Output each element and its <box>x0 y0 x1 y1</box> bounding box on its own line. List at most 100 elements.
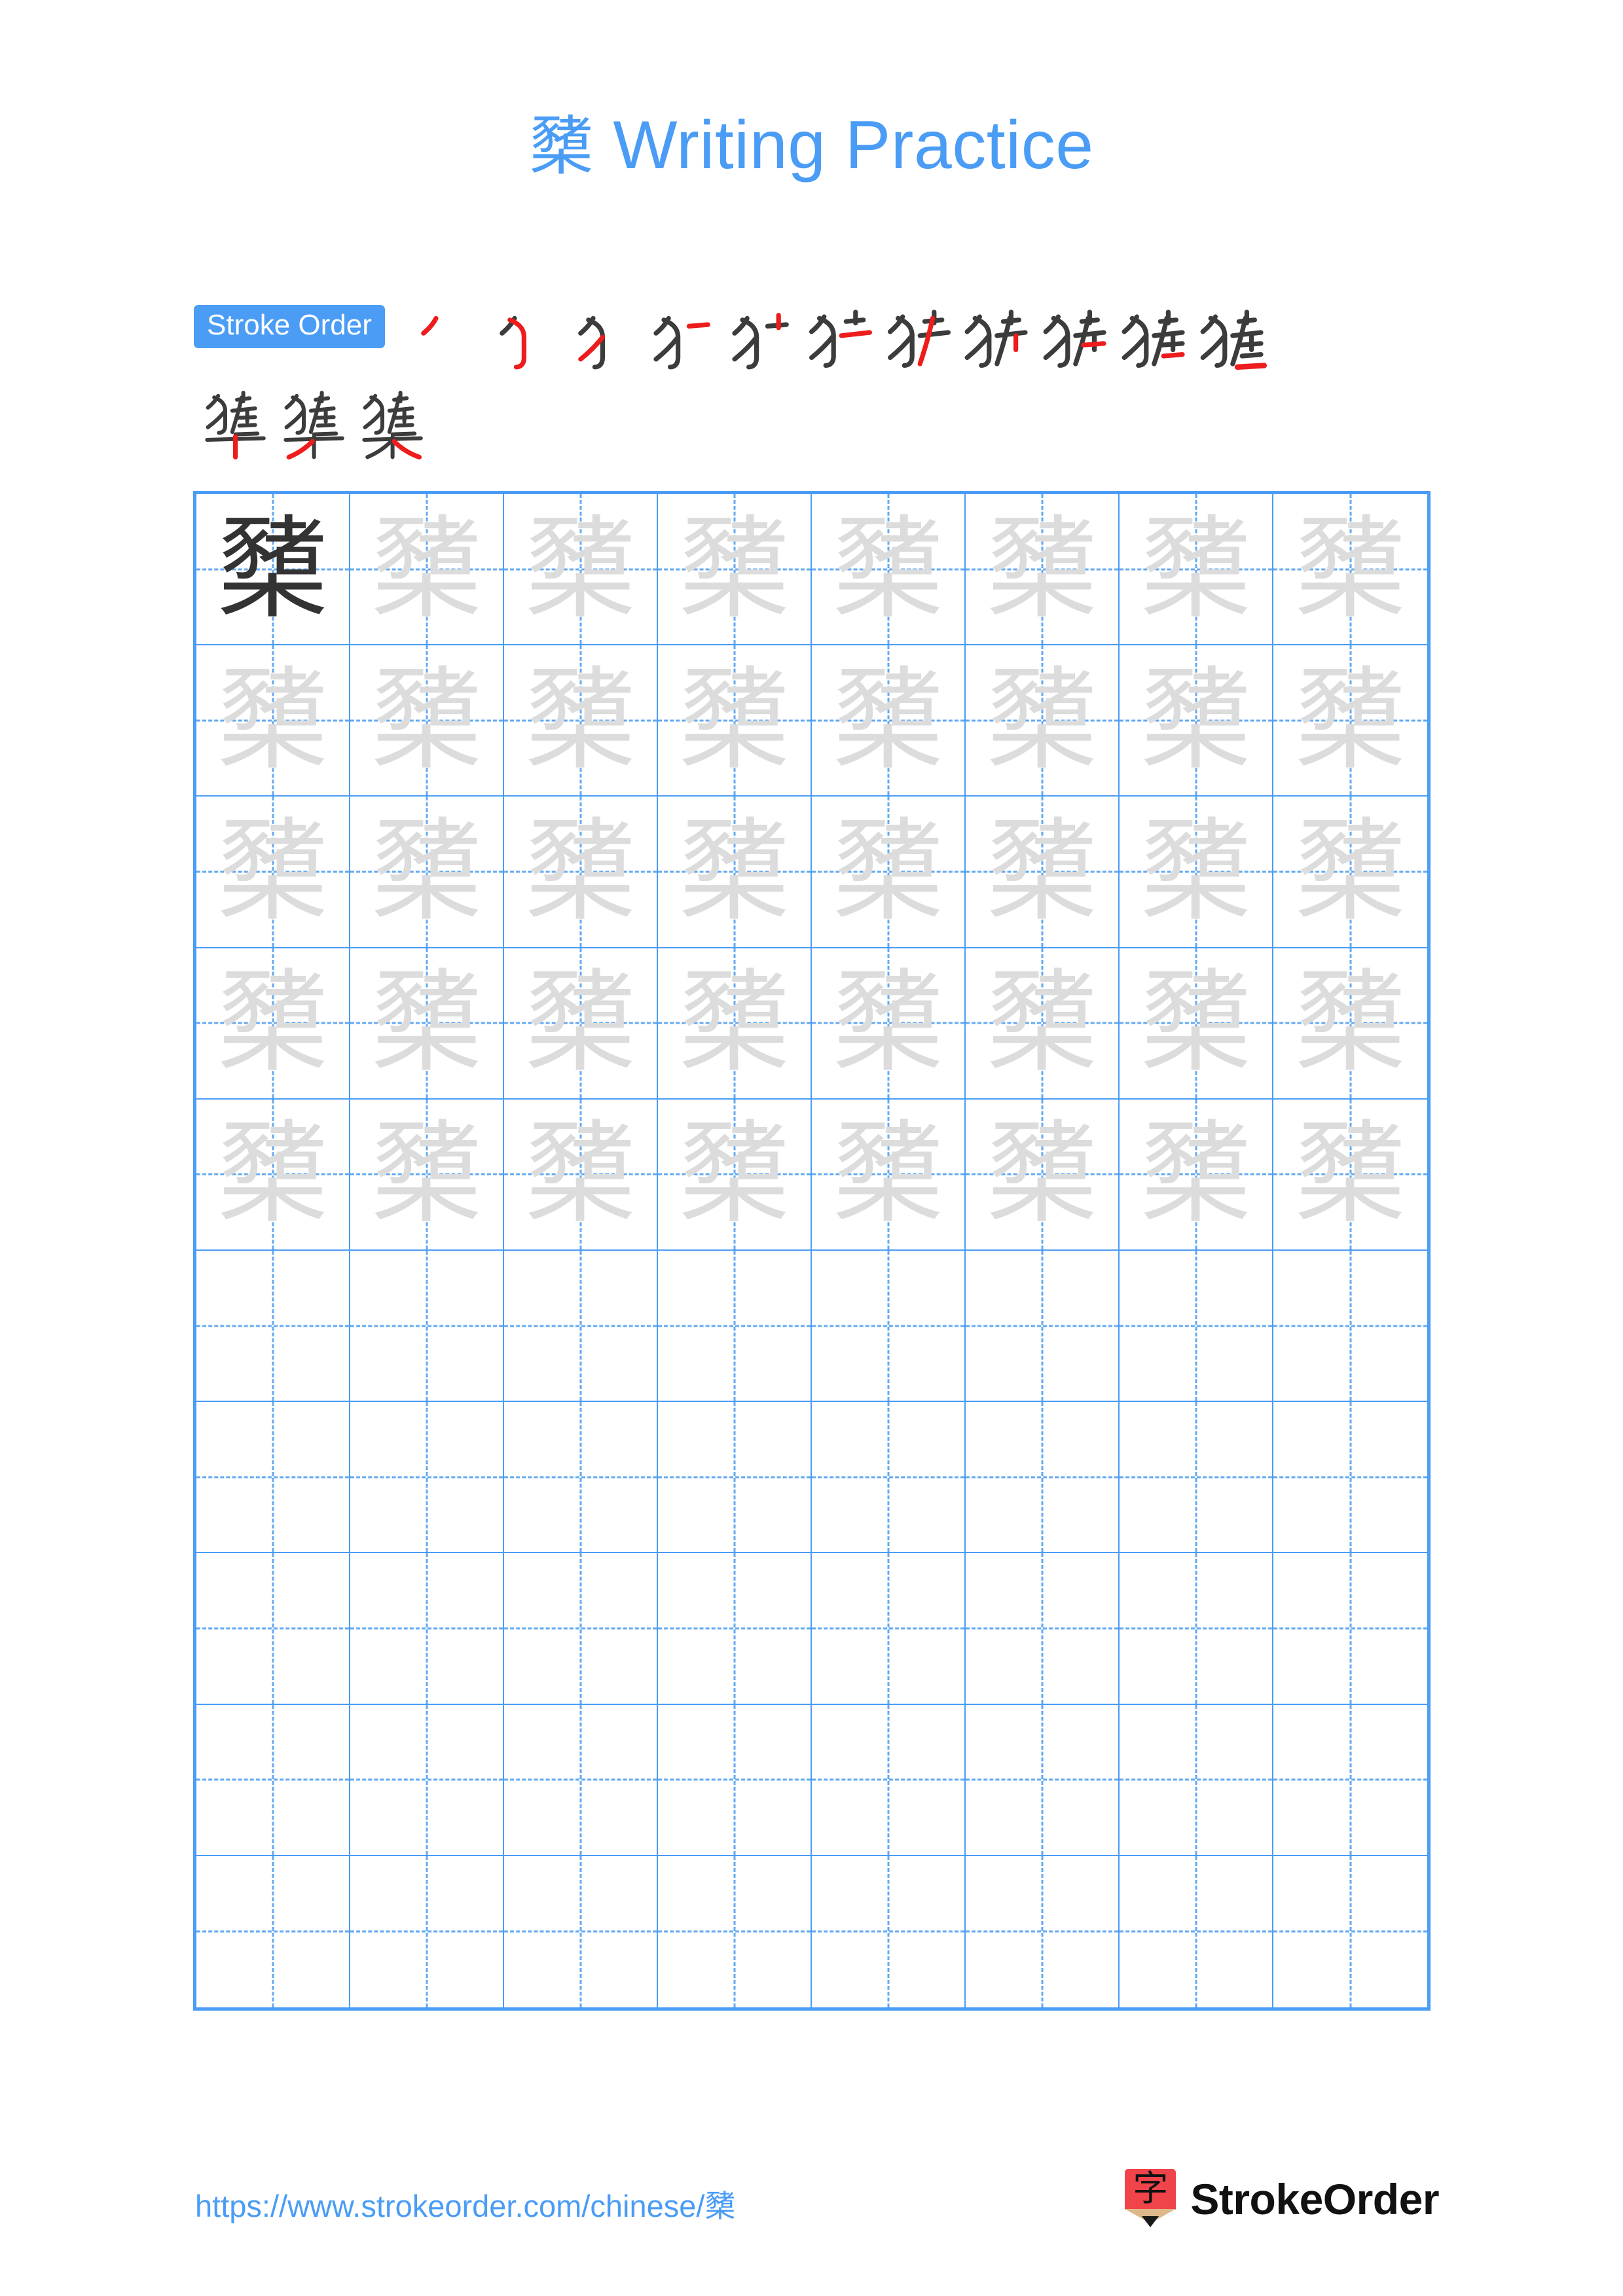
practice-cell[interactable] <box>1273 1553 1427 1705</box>
practice-cell[interactable]: 櫫 <box>1273 645 1427 797</box>
practice-cell[interactable] <box>196 1402 350 1554</box>
practice-cell[interactable]: 櫫 <box>504 645 658 797</box>
practice-cell[interactable]: 櫫 <box>350 797 504 948</box>
practice-cell[interactable]: 櫫 <box>1273 948 1427 1100</box>
practice-cell[interactable] <box>966 1553 1120 1705</box>
trace-character: 櫫 <box>371 1109 483 1240</box>
practice-cell[interactable]: 櫫 <box>196 494 350 646</box>
practice-cell[interactable] <box>1273 1402 1427 1554</box>
practice-cell[interactable]: 櫫 <box>350 1099 504 1251</box>
trace-character: 櫫 <box>986 504 1098 634</box>
practice-cell[interactable] <box>504 1553 658 1705</box>
practice-cell[interactable]: 櫫 <box>1120 948 1273 1100</box>
practice-cell[interactable] <box>658 1704 812 1856</box>
practice-cell[interactable] <box>350 1250 504 1403</box>
practice-cell[interactable]: 櫫 <box>196 797 350 948</box>
practice-cell[interactable]: 櫫 <box>658 645 812 797</box>
practice-cell[interactable] <box>812 1402 966 1554</box>
trace-character: 櫫 <box>832 504 944 634</box>
practice-cell[interactable]: 櫫 <box>196 1099 350 1251</box>
practice-cell[interactable]: 櫫 <box>504 948 658 1100</box>
stroke-step-13 <box>276 385 355 463</box>
practice-cell[interactable] <box>658 1856 812 2007</box>
practice-cell[interactable] <box>1120 1402 1273 1554</box>
practice-cell[interactable] <box>350 1704 504 1856</box>
practice-cell[interactable]: 櫫 <box>658 1099 812 1251</box>
stroke-step-12 <box>198 385 276 463</box>
stroke-4-icon <box>653 315 710 370</box>
practice-cell[interactable] <box>658 1553 812 1705</box>
practice-cell[interactable]: 櫫 <box>350 645 504 797</box>
practice-cell[interactable] <box>504 1704 658 1856</box>
practice-cell[interactable]: 櫫 <box>812 494 966 646</box>
practice-cell[interactable]: 櫫 <box>812 948 966 1100</box>
practice-cell[interactable]: 櫫 <box>1273 797 1427 948</box>
practice-cell[interactable]: 櫫 <box>1120 1099 1273 1251</box>
practice-cell[interactable] <box>1120 1856 1273 2007</box>
practice-cell[interactable] <box>1120 1704 1273 1856</box>
trace-character: 櫫 <box>832 806 944 937</box>
practice-cell[interactable] <box>350 1856 504 2007</box>
practice-cell[interactable] <box>504 1250 658 1403</box>
trace-character: 櫫 <box>1140 958 1252 1088</box>
practice-cell[interactable] <box>1120 1553 1273 1705</box>
practice-cell[interactable]: 櫫 <box>1120 645 1273 797</box>
practice-cell[interactable]: 櫫 <box>658 797 812 948</box>
trace-character: 櫫 <box>832 1109 944 1240</box>
practice-cell[interactable]: 櫫 <box>504 1099 658 1251</box>
practice-cell[interactable]: 櫫 <box>966 1099 1120 1251</box>
practice-cell[interactable] <box>196 1553 350 1705</box>
practice-cell[interactable] <box>1273 1705 1427 1856</box>
practice-cell[interactable]: 櫫 <box>658 948 812 1100</box>
trace-character: 櫫 <box>371 806 483 937</box>
practice-cell[interactable] <box>966 1250 1120 1403</box>
practice-cell[interactable]: 櫫 <box>504 494 658 646</box>
practice-cell[interactable] <box>1273 1251 1427 1403</box>
practice-cell[interactable] <box>196 1250 350 1403</box>
footer-url-link[interactable]: https://www.strokeorder.com/chinese/櫫 <box>195 2181 735 2226</box>
practice-cell[interactable] <box>812 1704 966 1856</box>
page-title-suffix: Writing Practice <box>613 107 1094 183</box>
practice-cell[interactable]: 櫫 <box>658 494 812 646</box>
trace-character: 櫫 <box>1140 504 1252 634</box>
practice-cell[interactable] <box>196 1704 350 1856</box>
practice-cell[interactable] <box>504 1402 658 1554</box>
practice-cell[interactable]: 櫫 <box>1120 797 1273 948</box>
practice-cell[interactable]: 櫫 <box>1273 1100 1427 1251</box>
pencil-tip-shape <box>1142 2216 1159 2227</box>
practice-cell[interactable]: 櫫 <box>1273 494 1427 646</box>
practice-cell[interactable]: 櫫 <box>504 797 658 948</box>
trace-character: 櫫 <box>832 655 944 785</box>
practice-cell[interactable] <box>504 1856 658 2007</box>
practice-cell[interactable]: 櫫 <box>1120 494 1273 646</box>
practice-cell[interactable] <box>658 1402 812 1554</box>
practice-cell[interactable]: 櫫 <box>966 797 1120 948</box>
practice-cell[interactable]: 櫫 <box>812 1099 966 1251</box>
practice-cell[interactable]: 櫫 <box>966 645 1120 797</box>
practice-cell[interactable]: 櫫 <box>196 645 350 797</box>
practice-cell[interactable]: 櫫 <box>350 494 504 646</box>
stroke-8-icon <box>964 310 1028 368</box>
stroke-11-icon <box>1200 310 1267 370</box>
model-character: 櫫 <box>217 504 329 634</box>
practice-cell[interactable] <box>1120 1250 1273 1403</box>
practice-cell[interactable]: 櫫 <box>812 645 966 797</box>
practice-cell[interactable]: 櫫 <box>966 494 1120 646</box>
practice-cell[interactable] <box>812 1553 966 1705</box>
practice-cell[interactable]: 櫫 <box>812 797 966 948</box>
practice-cell[interactable]: 櫫 <box>196 948 350 1100</box>
practice-cell[interactable] <box>658 1250 812 1403</box>
practice-cell[interactable] <box>966 1856 1120 2007</box>
practice-cell[interactable] <box>966 1402 1120 1554</box>
practice-cell[interactable] <box>196 1856 350 2007</box>
practice-cell[interactable] <box>812 1856 966 2007</box>
stroke-7-icon <box>887 310 951 368</box>
practice-cell[interactable]: 櫫 <box>966 948 1120 1100</box>
practice-cell[interactable] <box>1273 1856 1427 2007</box>
practice-cell[interactable] <box>812 1250 966 1403</box>
practice-cell[interactable] <box>350 1553 504 1705</box>
stroke-step-11 <box>1190 301 1269 380</box>
practice-cell[interactable] <box>350 1402 504 1554</box>
practice-cell[interactable]: 櫫 <box>350 948 504 1100</box>
practice-cell[interactable] <box>966 1704 1120 1856</box>
